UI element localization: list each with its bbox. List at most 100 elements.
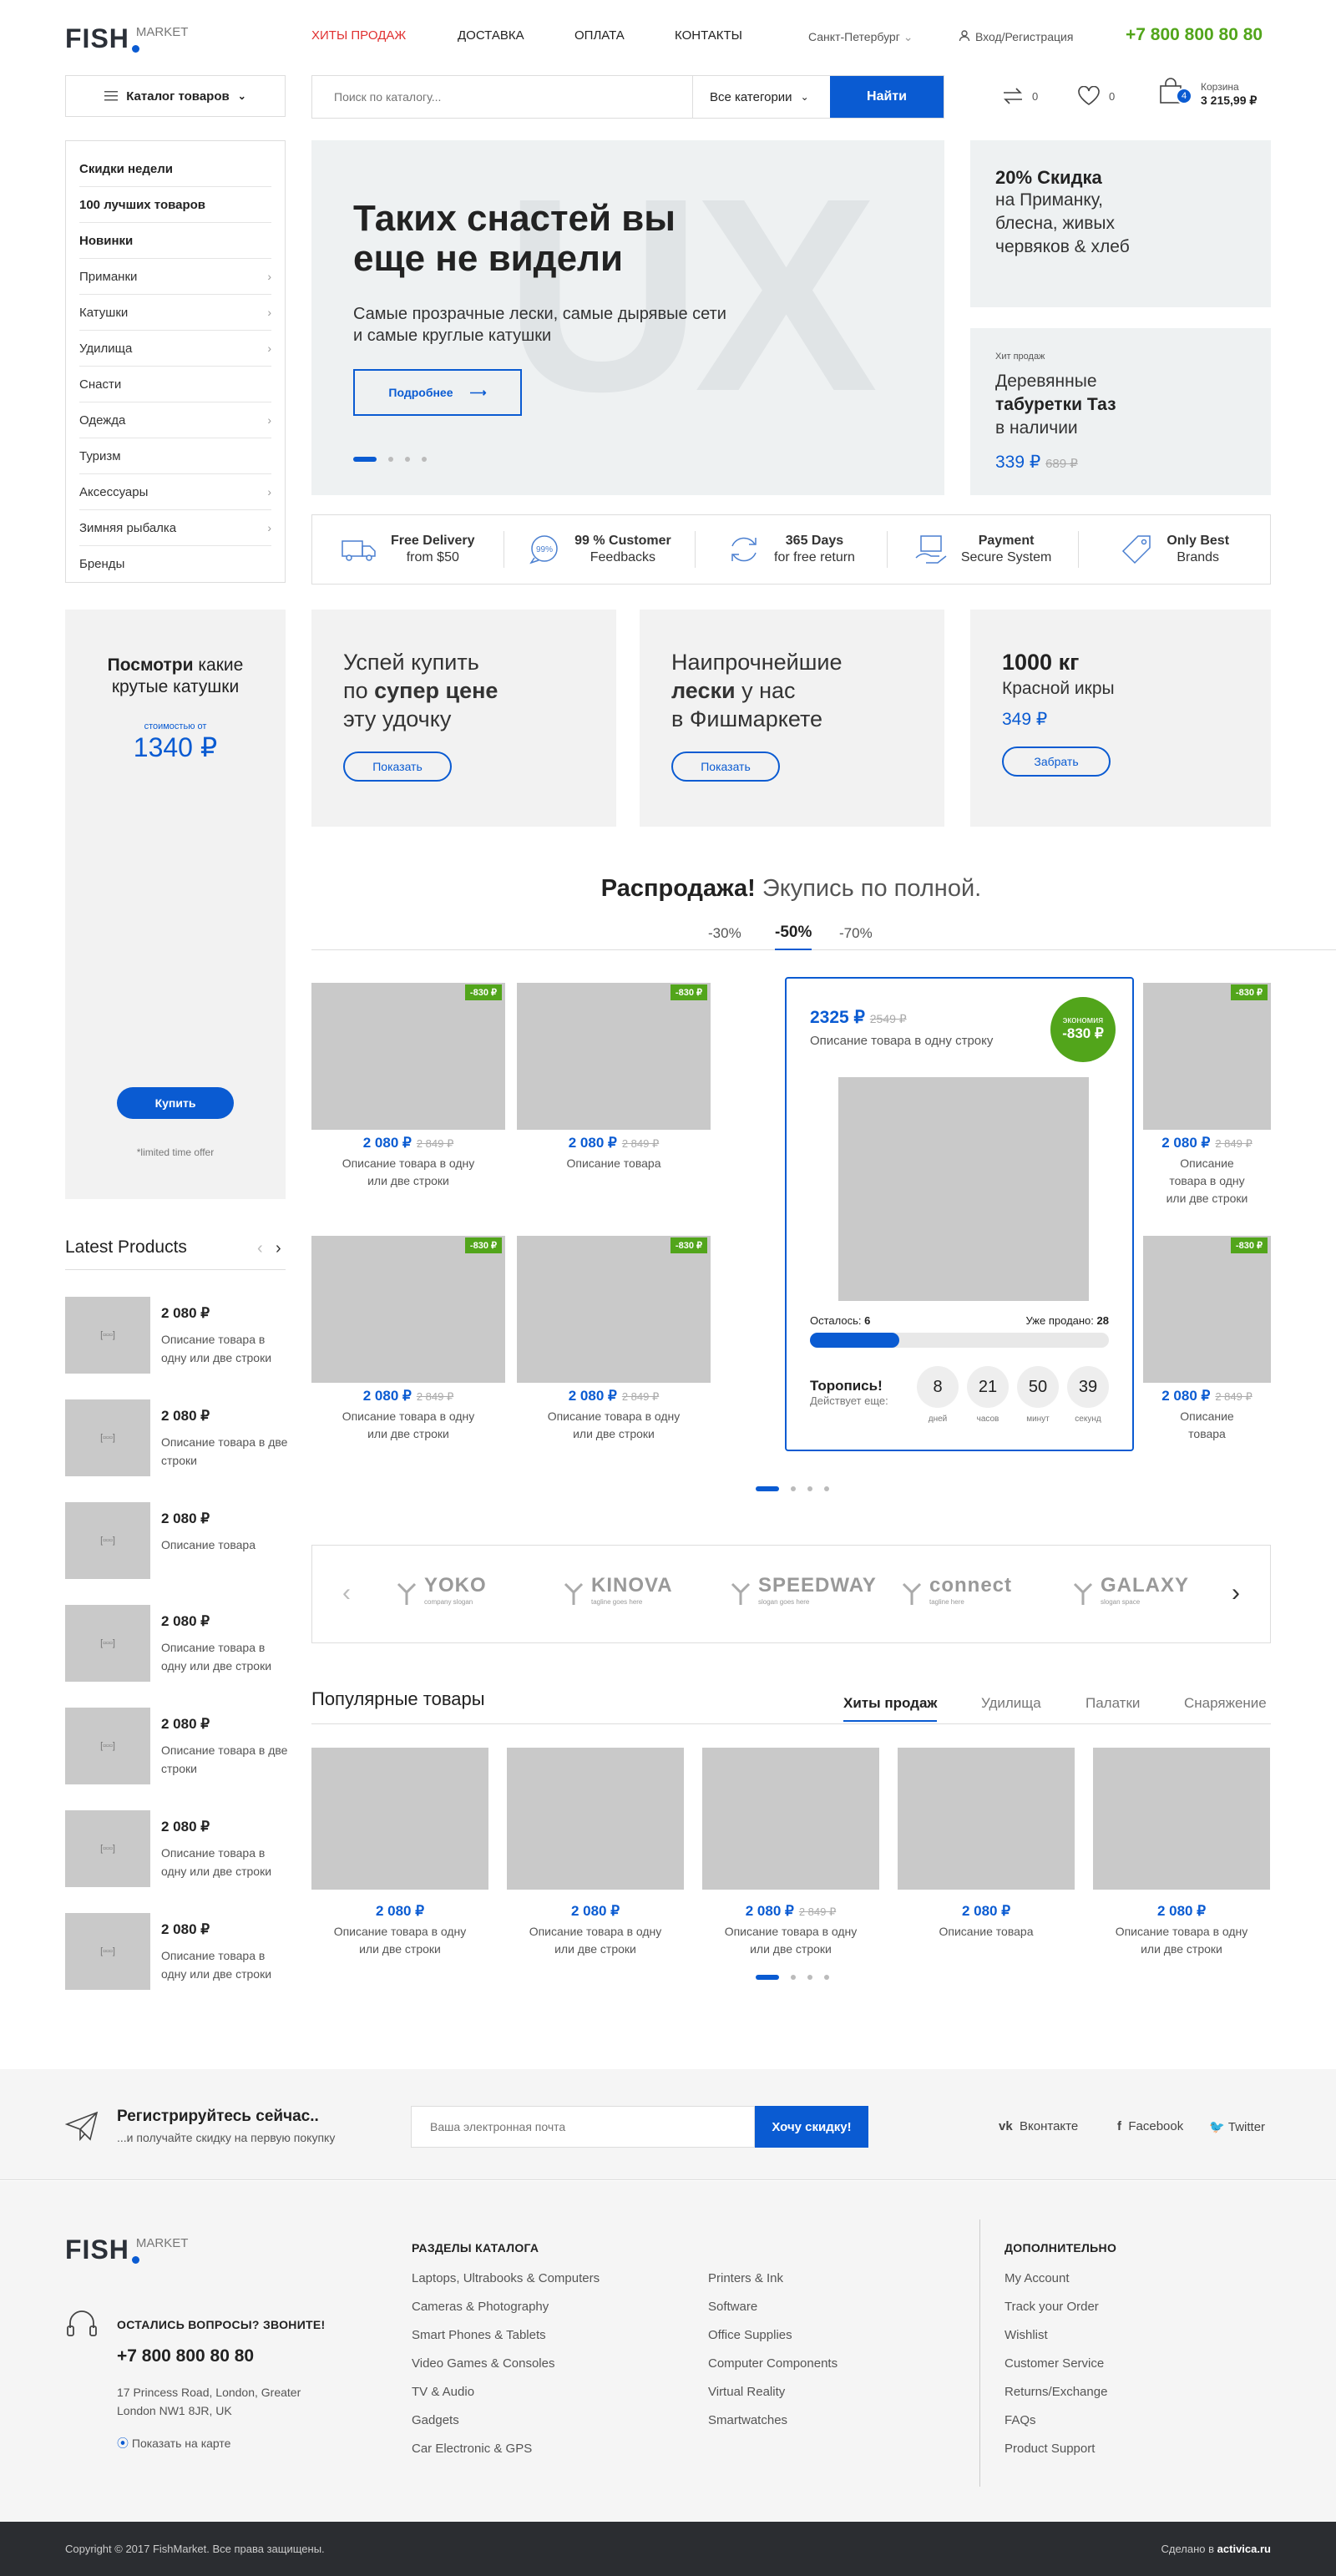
product-card[interactable]: -830 ₽ 2 080 ₽ 2 849 ₽ Описание товара bbox=[517, 983, 711, 1172]
footer-link[interactable]: Smartwatches bbox=[708, 2406, 838, 2435]
nav-delivery[interactable]: ДОСТАВКА bbox=[458, 28, 524, 43]
latest-product[interactable]: [▫▫▫] 2 080 ₽ Описание товара в одну или д… bbox=[65, 1605, 286, 1682]
menu-item[interactable]: 100 лучших товаров bbox=[79, 187, 271, 223]
catalog-button[interactable]: Каталог товаров ⌄ bbox=[65, 75, 286, 117]
brands-next-icon[interactable]: › bbox=[1232, 1579, 1240, 1607]
image-placeholder-icon[interactable]: [▫▫▫] bbox=[65, 1399, 150, 1476]
menu-item[interactable]: Новинки bbox=[79, 223, 271, 259]
category-select[interactable]: Все категории ⌄ bbox=[692, 76, 830, 118]
nav-bestsellers[interactable]: ХИТЫ ПРОДАЖ bbox=[311, 28, 406, 43]
header-phone[interactable]: +7 800 800 80 80 bbox=[1126, 25, 1263, 45]
menu-item[interactable]: Снасти bbox=[79, 367, 271, 402]
image-placeholder-icon[interactable]: [▫▫▫] bbox=[65, 1605, 150, 1682]
newsletter-email-input[interactable] bbox=[411, 2106, 755, 2148]
product-card[interactable]: -830 ₽ 2 080 ₽ 2 849 ₽ Описание товара в од… bbox=[311, 1236, 505, 1443]
side-promo-buy-button[interactable]: Купить bbox=[117, 1087, 234, 1119]
slider-dot[interactable] bbox=[791, 1486, 796, 1491]
nav-contacts[interactable]: КОНТАКТЫ bbox=[675, 28, 742, 43]
footer-link[interactable]: Returns/Exchange bbox=[1005, 2378, 1107, 2406]
brands-prev-icon[interactable]: ‹ bbox=[342, 1579, 351, 1607]
footer-link[interactable]: Track your Order bbox=[1005, 2293, 1107, 2321]
latest-prev-icon[interactable]: ‹ bbox=[257, 1239, 263, 1258]
latest-product[interactable]: [▫▫▫] 2 080 ₽ Описание товара в две строки bbox=[65, 1708, 287, 1784]
latest-next-icon[interactable]: › bbox=[276, 1239, 281, 1258]
footer-link[interactable]: Customer Service bbox=[1005, 2350, 1107, 2378]
slider-dot[interactable] bbox=[791, 1975, 796, 1980]
offer-card-take-button[interactable]: Забрать bbox=[1002, 746, 1111, 777]
image-placeholder-icon[interactable]: [▫▫▫] bbox=[65, 1708, 150, 1784]
product-image[interactable] bbox=[1093, 1748, 1270, 1890]
offer-card-line[interactable]: Наипрочнейшие лески у нас в Фишмаркете П… bbox=[640, 610, 944, 827]
city-select[interactable]: Санкт-Петербург ⌄ bbox=[808, 30, 913, 44]
wishlist-button[interactable]: 0 bbox=[1077, 86, 1115, 106]
menu-item[interactable]: Удилища › bbox=[79, 331, 271, 367]
menu-item[interactable]: Приманки › bbox=[79, 259, 271, 295]
offer-card-show-button[interactable]: Показать bbox=[671, 752, 780, 782]
product-card[interactable]: -830 ₽ 2 080 ₽ 2 849 ₽ Описание товара в од… bbox=[517, 1236, 711, 1443]
logo[interactable]: FISH MARKET bbox=[65, 23, 188, 54]
slider-dot[interactable] bbox=[756, 1975, 779, 1980]
offer-card-caviar[interactable]: 1000 кг Красной икры 349 ₽ Забрать bbox=[970, 610, 1271, 827]
footer-link[interactable]: FAQs bbox=[1005, 2406, 1107, 2435]
footer-link[interactable]: My Account bbox=[1005, 2265, 1107, 2293]
popular-product[interactable]: 2 080 ₽ Описание товара в одну или две ст… bbox=[1093, 1748, 1270, 1958]
footer-link[interactable]: Video Games & Consoles bbox=[412, 2350, 600, 2378]
slider-dot[interactable] bbox=[388, 457, 393, 462]
promo-hit[interactable]: Хит продаж Деревянные табуретки Таз в на… bbox=[970, 328, 1271, 495]
product-image[interactable]: -830 ₽ bbox=[311, 983, 505, 1130]
product-image[interactable] bbox=[898, 1748, 1075, 1890]
compare-button[interactable]: 0 bbox=[1002, 87, 1038, 105]
footer-logo[interactable]: FISH MARKET bbox=[65, 2234, 188, 2265]
footer-link[interactable]: Cameras & Photography bbox=[412, 2293, 600, 2321]
popular-tab-gear[interactable]: Снаряжение bbox=[1184, 1695, 1267, 1712]
image-placeholder-icon[interactable]: [▫▫▫] bbox=[65, 1913, 150, 1990]
menu-item[interactable]: Скидки недели bbox=[79, 151, 271, 187]
image-placeholder-icon[interactable]: [▫▫▫] bbox=[65, 1297, 150, 1374]
popular-tab-hits[interactable]: Хиты продаж bbox=[843, 1695, 938, 1722]
latest-product[interactable]: [▫▫▫] 2 080 ₽ Описание товара bbox=[65, 1502, 286, 1579]
popular-product[interactable]: 2 080 ₽ Описание товара в одну или две ст… bbox=[507, 1748, 684, 1958]
popular-product[interactable]: 2 080 ₽ Описание товара bbox=[898, 1748, 1075, 1941]
popular-product[interactable]: 2 080 ₽ 2 849 ₽ Описание товара в одну или… bbox=[702, 1748, 879, 1958]
image-placeholder-icon[interactable]: [▫▫▫] bbox=[65, 1810, 150, 1887]
footer-link[interactable]: Wishlist bbox=[1005, 2321, 1107, 2350]
sale-tab-30[interactable]: -30% bbox=[708, 925, 741, 942]
offer-card-rod[interactable]: Успей купить по супер цене эту удочку По… bbox=[311, 610, 616, 827]
promo-discount[interactable]: 20% Скидка на Приманку, блесна, живых че… bbox=[970, 140, 1271, 307]
footer-link[interactable]: Product Support bbox=[1005, 2435, 1107, 2463]
footer-link[interactable]: Printers & Ink bbox=[708, 2265, 838, 2293]
footer-map-link[interactable]: ⦿ Показать на карте bbox=[117, 2435, 230, 2452]
footer-link[interactable]: Laptops, Ultrabooks & Computers bbox=[412, 2265, 600, 2293]
featured-image[interactable] bbox=[838, 1077, 1089, 1301]
footer-link[interactable]: Computer Components bbox=[708, 2350, 838, 2378]
product-image[interactable]: -830 ₽ bbox=[1143, 983, 1271, 1130]
login-link[interactable]: Вход/Регистрация bbox=[959, 30, 1073, 43]
brand-logo[interactable]: YOKO company slogan bbox=[396, 1576, 487, 1611]
product-image[interactable] bbox=[702, 1748, 879, 1890]
vk-link[interactable]: vk Вконтакте bbox=[999, 2119, 1078, 2133]
footer-link[interactable]: Virtual Reality bbox=[708, 2378, 838, 2406]
search-button[interactable]: Найти bbox=[830, 76, 944, 118]
footer-link[interactable]: Smart Phones & Tablets bbox=[412, 2321, 600, 2350]
footer-link[interactable]: Office Supplies bbox=[708, 2321, 838, 2350]
product-card[interactable]: -830 ₽ 2 080 ₽ 2 849 ₽ Описание товара в од… bbox=[311, 983, 505, 1190]
latest-product[interactable]: [▫▫▫] 2 080 ₽ Описание товара в одну или д… bbox=[65, 1297, 286, 1374]
made-by[interactable]: Сделано в activica.ru bbox=[1161, 2543, 1271, 2555]
slider-dot[interactable] bbox=[405, 457, 410, 462]
brand-logo[interactable]: KINOVA tagline goes here bbox=[563, 1576, 673, 1611]
newsletter-submit-button[interactable]: Хочу скидку! bbox=[755, 2106, 868, 2148]
slider-dot[interactable] bbox=[824, 1486, 829, 1491]
product-card[interactable]: -830 ₽ 2 080 ₽ 2 849 ₽ Описание товара bbox=[1143, 1236, 1271, 1443]
menu-item[interactable]: Катушки › bbox=[79, 295, 271, 331]
menu-item[interactable]: Одежда › bbox=[79, 402, 271, 438]
offer-card-show-button[interactable]: Показать bbox=[343, 752, 452, 782]
sale-tab-70[interactable]: -70% bbox=[839, 925, 873, 942]
featured-product[interactable]: 2325 ₽ 2549 ₽ Описание товара в одну стр… bbox=[785, 977, 1134, 1451]
footer-link[interactable]: Car Electronic & GPS bbox=[412, 2435, 600, 2463]
slider-dot[interactable] bbox=[353, 457, 377, 462]
footer-link[interactable]: TV & Audio bbox=[412, 2378, 600, 2406]
latest-product[interactable]: [▫▫▫] 2 080 ₽ Описание товара в две строки bbox=[65, 1399, 287, 1476]
slider-dot[interactable] bbox=[807, 1975, 812, 1980]
menu-item[interactable]: Туризм bbox=[79, 438, 271, 474]
menu-item[interactable]: Зимняя рыбалка › bbox=[79, 510, 271, 546]
